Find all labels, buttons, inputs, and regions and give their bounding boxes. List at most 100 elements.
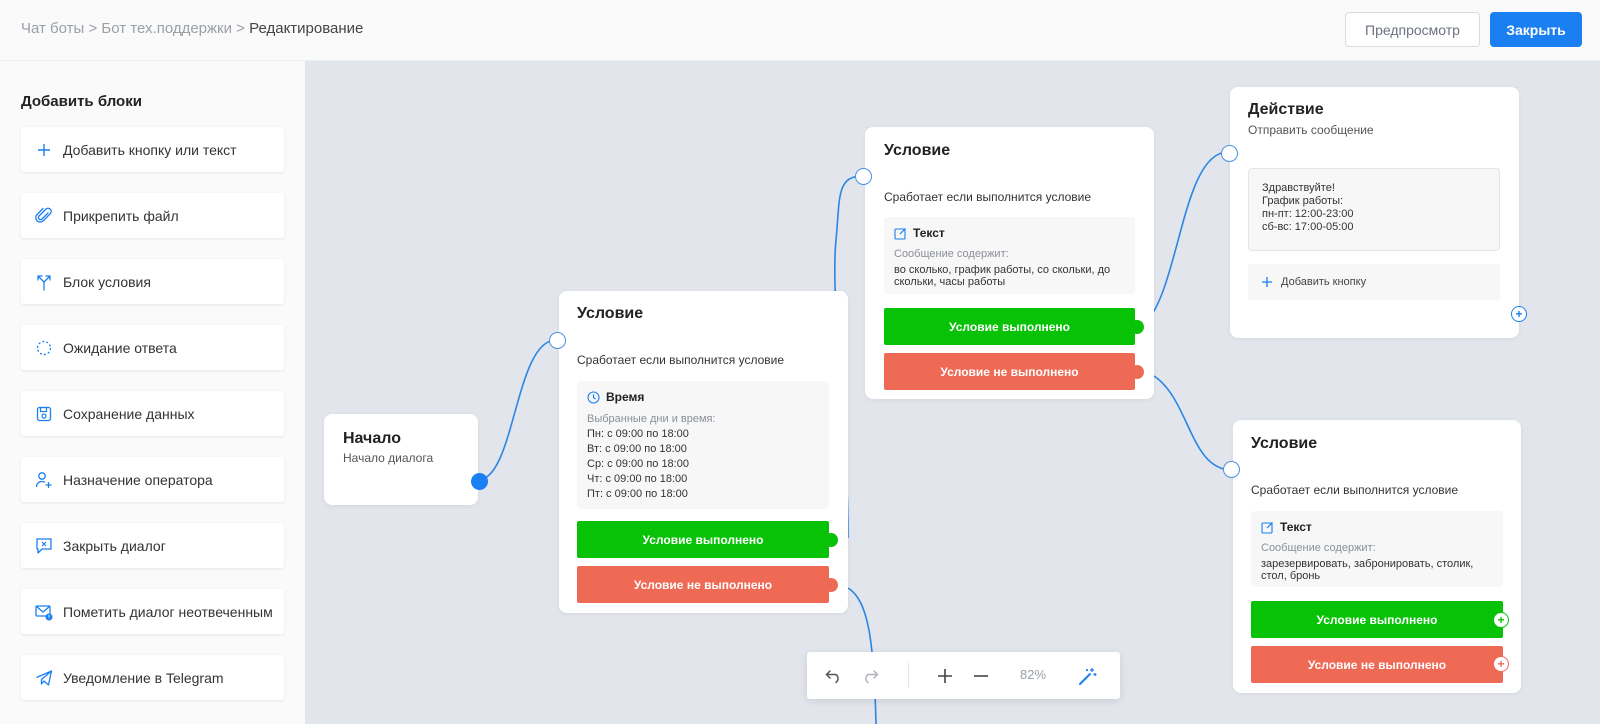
condition-met-button[interactable]: Условие выполнено (884, 308, 1135, 345)
condition-text-hours-fail-port[interactable] (1130, 365, 1144, 379)
schedule-day: Ср: с 09:00 по 18:00 (587, 458, 689, 470)
breadcrumb-chatbots[interactable]: Чат боты (21, 20, 84, 37)
paperclip-icon (35, 207, 53, 225)
condition-time-input-port[interactable] (549, 332, 566, 349)
node-title: Начало (343, 430, 401, 447)
breadcrumb-separator: > (236, 20, 245, 37)
blocks-sidebar: Добавить блоки Добавить кнопку или текст… (0, 61, 305, 724)
node-start[interactable]: Начало Начало диалога (324, 414, 478, 505)
breadcrumb: Чат боты > Бот тех.поддержки > Редактиро… (21, 20, 363, 37)
preview-button[interactable]: Предпросмотр (1345, 12, 1480, 47)
node-title: Условие (1251, 435, 1318, 452)
add-button-row[interactable]: Добавить кнопку (1248, 264, 1500, 300)
inner-title: Текст (1280, 520, 1312, 534)
condition-text-hours-input-port[interactable] (855, 168, 872, 185)
node-condition-text-booking[interactable]: Условие Сработает если выполнится услови… (1233, 420, 1521, 693)
inner-header: Текст (1261, 520, 1312, 534)
schedule-day: Пн: с 09:00 по 18:00 (587, 428, 689, 440)
dotted-circle-icon (35, 339, 53, 357)
sidebar-title: Добавить блоки (21, 93, 142, 110)
inner-keywords: зарезервировать, забронировать, столик, … (1261, 558, 1474, 582)
condition-met-button[interactable]: Условие выполнено (577, 521, 829, 558)
branch-icon (35, 273, 53, 291)
sidebar-item-label: Ожидание ответа (63, 339, 177, 356)
sidebar-item-label: Блок условия (63, 273, 151, 290)
inner-header: Текст (894, 226, 945, 240)
node-condition-text-hours[interactable]: Условие Сработает если выполнится услови… (865, 127, 1154, 399)
condition-not-met-button[interactable]: Условие не выполнено (577, 566, 829, 603)
node-title: Условие (577, 305, 644, 322)
node-subtitle: Отправить сообщение (1248, 123, 1374, 137)
zoom-out-icon[interactable] (968, 663, 994, 689)
undo-icon[interactable] (821, 663, 847, 689)
sidebar-item-mark-unanswered[interactable]: Пометить диалог неотвеченным (21, 589, 284, 634)
top-bar: Чат боты > Бот тех.поддержки > Редактиро… (0, 0, 1600, 61)
action-input-port[interactable] (1221, 145, 1238, 162)
node-action-send-message[interactable]: Действие Отправить сообщение Здравствуйт… (1230, 87, 1519, 338)
condition-booking-fail-add-port[interactable]: + (1493, 656, 1509, 672)
zoom-in-icon[interactable] (932, 663, 958, 689)
save-icon (35, 405, 53, 423)
node-title: Условие (884, 142, 951, 159)
redo-icon[interactable] (857, 663, 883, 689)
inner-title: Текст (913, 226, 945, 240)
node-description: Сработает если выполнится условие (1251, 483, 1459, 497)
start-output-port[interactable] (471, 473, 488, 490)
sidebar-item-condition[interactable]: Блок условия (21, 259, 284, 304)
sidebar-item-label: Уведомление в Telegram (63, 669, 224, 686)
condition-text-box: Текст Сообщение содержит: во сколько, гр… (884, 217, 1135, 294)
plus-icon (1261, 276, 1273, 288)
canvas-toolbar (807, 652, 1120, 699)
condition-time-box: Время Выбранные дни и время: Пн: с 09:00… (577, 381, 829, 509)
edit-icon (1261, 521, 1274, 534)
chat-close-icon (35, 537, 53, 555)
message-preview[interactable]: Здравствуйте! График работы: пн-пт: 12:0… (1248, 168, 1500, 251)
node-title: Действие (1248, 101, 1324, 118)
condition-not-met-button[interactable]: Условие не выполнено (884, 353, 1135, 390)
sidebar-item-wait-reply[interactable]: Ожидание ответа (21, 325, 284, 370)
sidebar-item-label: Добавить кнопку или текст (63, 141, 237, 158)
condition-booking-ok-add-port[interactable]: + (1493, 612, 1509, 628)
condition-not-met-button[interactable]: Условие не выполнено (1251, 646, 1503, 683)
inner-keywords: во сколько, график работы, со скольки, д… (894, 264, 1111, 288)
node-description: Сработает если выполнится условие (884, 190, 1092, 204)
toolbar-divider (908, 663, 909, 688)
condition-text-booking-input-port[interactable] (1223, 461, 1240, 478)
inner-label: Сообщение содержит: (1261, 542, 1376, 554)
condition-met-button[interactable]: Условие выполнено (1251, 601, 1503, 638)
breadcrumb-separator: > (88, 20, 98, 37)
condition-time-fail-port[interactable] (824, 578, 838, 592)
user-add-icon (35, 471, 53, 489)
breadcrumb-bot[interactable]: Бот тех.поддержки (101, 20, 232, 37)
condition-time-ok-port[interactable] (824, 533, 838, 547)
sidebar-item-label: Назначение оператора (63, 471, 213, 488)
telegram-icon (35, 669, 53, 687)
condition-text-box: Текст Сообщение содержит: зарезервироват… (1251, 511, 1503, 587)
zoom-level: 82% (1020, 667, 1047, 682)
schedule-day: Вт: с 09:00 по 18:00 (587, 443, 687, 455)
condition-text-hours-ok-port[interactable] (1130, 320, 1144, 334)
magic-wand-icon[interactable] (1075, 663, 1101, 689)
close-button[interactable]: Закрыть (1490, 12, 1582, 47)
mail-alert-icon (35, 603, 53, 621)
sidebar-item-label: Пометить диалог неотвеченным (63, 603, 273, 620)
sidebar-item-assign-operator[interactable]: Назначение оператора (21, 457, 284, 502)
add-button-label: Добавить кнопку (1281, 276, 1367, 288)
inner-label: Сообщение содержит: (894, 248, 1009, 260)
node-description: Сработает если выполнится условие (577, 353, 785, 367)
inner-label: Выбранные дни и время: (587, 413, 716, 425)
sidebar-item-save-data[interactable]: Сохранение данных (21, 391, 284, 436)
node-subtitle: Начало диалога (343, 451, 434, 465)
action-add-output-port[interactable]: + (1511, 306, 1527, 322)
sidebar-item-attach-file[interactable]: Прикрепить файл (21, 193, 284, 238)
schedule-list: Пн: с 09:00 по 18:00 Вт: с 09:00 по 18:0… (587, 427, 689, 502)
edit-icon (894, 227, 907, 240)
sidebar-item-telegram-notify[interactable]: Уведомление в Telegram (21, 655, 284, 700)
sidebar-item-close-dialog[interactable]: Закрыть диалог (21, 523, 284, 568)
breadcrumb-current: Редактирование (249, 20, 364, 37)
sidebar-item-add-button-or-text[interactable]: Добавить кнопку или текст (21, 127, 284, 172)
sidebar-item-label: Сохранение данных (63, 405, 195, 422)
inner-title: Время (606, 390, 645, 404)
schedule-day: Чт: с 09:00 по 18:00 (587, 473, 688, 485)
node-condition-time[interactable]: Условие Сработает если выполнится услови… (559, 291, 848, 613)
